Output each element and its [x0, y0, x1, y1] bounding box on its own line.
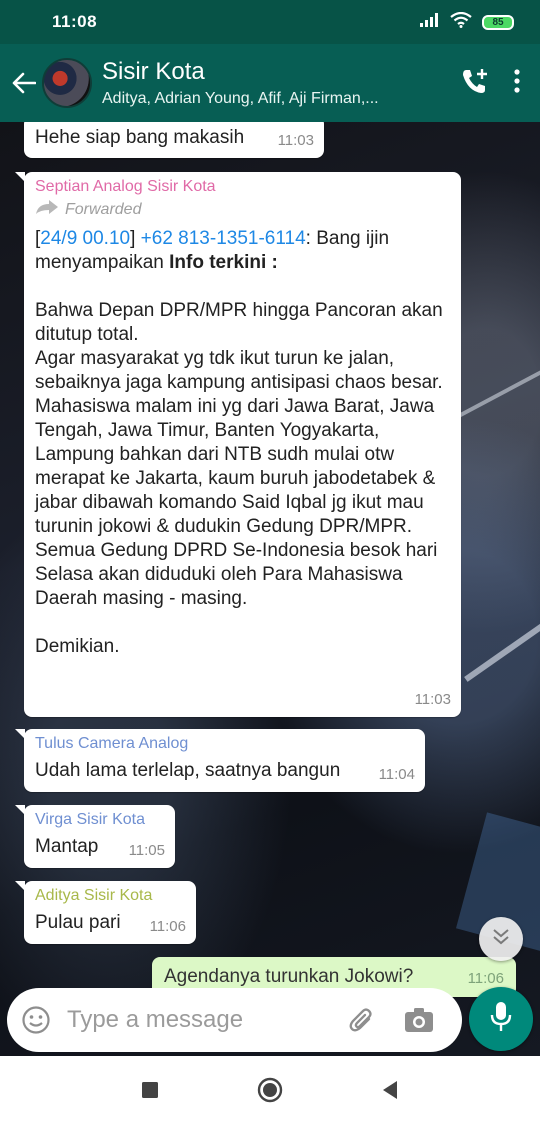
- home-circle-icon[interactable]: [255, 1075, 285, 1105]
- back-arrow-icon[interactable]: [6, 63, 42, 103]
- message-line: [24/9 00.10] +62 813-1351-6114: Bang iji…: [35, 228, 390, 249]
- more-vert-icon[interactable]: [514, 68, 520, 98]
- quote-date-link[interactable]: 24/9 00.10: [40, 228, 130, 249]
- header-actions: [460, 67, 520, 100]
- forwarded-label: Forwarded: [35, 199, 451, 220]
- mic-button[interactable]: [469, 987, 533, 1051]
- message-line: menyampaikan Info terkini :: [35, 251, 451, 275]
- battery-icon: 85: [482, 14, 514, 30]
- message-bubble-forwarded[interactable]: Septian Analog Sisir Kota Forwarded [24/…: [15, 172, 461, 717]
- message-input[interactable]: [67, 1006, 337, 1034]
- wifi-icon: [450, 11, 472, 33]
- message-time: 11:03: [277, 132, 314, 149]
- message-sender[interactable]: Septian Analog Sisir Kota: [35, 178, 451, 196]
- message-fragment: menyampaikan: [35, 252, 170, 273]
- message-paragraph: Semua Gedung DPRD Se-Indonesia besok har…: [35, 540, 438, 609]
- message-paragraph: Demikian.: [35, 636, 120, 657]
- message-time: 11:04: [378, 766, 415, 783]
- forwarded-text: Forwarded: [65, 200, 142, 218]
- chat-title-area[interactable]: Sisir Kota Aditya, Adrian Young, Afif, A…: [102, 58, 422, 108]
- message-time: 11:03: [414, 691, 451, 708]
- message-bold-fragment: Info terkini :: [169, 252, 278, 273]
- message-body: [24/9 00.10] +62 813-1351-6114: Bang iji…: [35, 227, 451, 659]
- status-time: 11:08: [52, 12, 98, 31]
- message-sender[interactable]: Tulus Camera Analog: [35, 735, 415, 753]
- message-time: 11:06: [467, 970, 504, 987]
- mic-icon: [489, 1001, 513, 1038]
- message-text: Hehe siap bang makasih: [35, 127, 245, 148]
- scroll-down-button[interactable]: [479, 917, 523, 961]
- camera-icon[interactable]: [403, 1004, 435, 1036]
- message-bubble[interactable]: Aditya Sisir Kota Pulau pari 11:06: [15, 881, 196, 944]
- phone-link[interactable]: +62 813-1351-6114: [141, 228, 306, 249]
- message-bubble[interactable]: Tulus Camera Analog Udah lama terlelap, …: [15, 729, 425, 792]
- chat-area[interactable]: Hehe siap bang makasih 11:03 Septian Ana…: [0, 122, 540, 1056]
- message-composer: [7, 988, 462, 1052]
- status-icons: 85: [420, 11, 514, 33]
- message-sender[interactable]: Aditya Sisir Kota: [35, 887, 186, 905]
- message-time: 11:05: [128, 842, 165, 859]
- message-paragraph: Bahwa Depan DPR/MPR hingga Pancoran akan…: [35, 300, 443, 345]
- message-fragment: : Bang ijin: [305, 228, 390, 249]
- message-bubble[interactable]: Hehe siap bang makasih 11:03: [24, 122, 324, 158]
- wallpaper-decoration: [464, 608, 540, 682]
- message-text: Udah lama terlelap, saatnya bangun: [35, 760, 341, 781]
- recents-square-icon[interactable]: [135, 1075, 165, 1105]
- message-paragraph: Mahasiswa malam ini yg dari Jawa Barat, …: [35, 396, 436, 537]
- forward-arrow-icon: [35, 199, 59, 220]
- message-paragraph: Agar masyarakat yg tdk ikut turun ke jal…: [35, 348, 443, 393]
- chat-header: Sisir Kota Aditya, Adrian Young, Afif, A…: [0, 44, 540, 122]
- add-call-icon[interactable]: [460, 67, 490, 100]
- status-bar: 11:08 85: [0, 0, 540, 44]
- message-sender[interactable]: Virga Sisir Kota: [35, 811, 165, 829]
- message-bubble[interactable]: Virga Sisir Kota Mantap 11:05: [15, 805, 175, 868]
- message-paragraph: [35, 611, 451, 635]
- attach-icon[interactable]: [345, 1003, 379, 1037]
- message-text: Agendanya turunkan Jokowi?: [164, 966, 414, 987]
- double-chevron-down-icon: [491, 928, 511, 951]
- group-avatar[interactable]: [42, 58, 92, 108]
- emoji-icon[interactable]: [21, 1005, 51, 1035]
- message-paragraph: [35, 275, 451, 299]
- chat-title: Sisir Kota: [102, 58, 205, 85]
- chat-members: Aditya, Adrian Young, Afif, Aji Firman,.…: [102, 90, 379, 107]
- message-time: 11:06: [149, 918, 186, 935]
- system-nav-bar: [0, 1056, 540, 1123]
- back-triangle-icon[interactable]: [375, 1075, 405, 1105]
- signal-icon: [420, 12, 440, 32]
